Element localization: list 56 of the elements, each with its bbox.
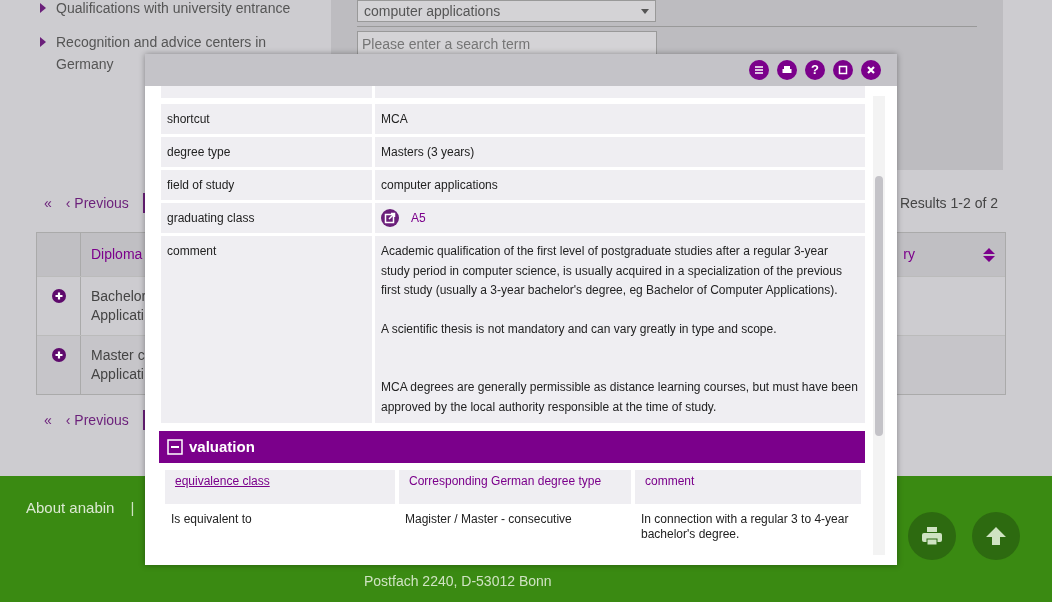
previous-page-link[interactable]: ‹ Previous	[65, 192, 129, 214]
scroll-top-button[interactable]	[972, 512, 1020, 560]
field-label: degree type	[161, 137, 372, 167]
table-cell: Applicati	[91, 365, 144, 384]
results-count: Results 1-2 of 2	[899, 193, 998, 213]
first-page-link[interactable]: «	[44, 192, 52, 214]
expand-icon	[51, 348, 66, 362]
column-header[interactable]: equivalence class	[165, 470, 395, 504]
external-link-icon	[381, 209, 399, 227]
class-link[interactable]: A5	[411, 209, 426, 227]
table-cell-text: Is equivalent to	[171, 512, 253, 527]
search-field[interactable]: Please enter a search term	[357, 31, 657, 56]
first-page-link[interactable]: «	[44, 409, 52, 431]
field-label: shortcut	[161, 104, 372, 134]
lines-icon	[752, 63, 766, 77]
section-header[interactable]: valuation	[159, 431, 865, 463]
close-button[interactable]	[861, 60, 881, 80]
address-line: Postfach 2240, D-53012 Bonn	[364, 572, 552, 590]
table-cell: Bachelor	[91, 287, 147, 306]
sort-icon	[983, 247, 995, 262]
table-cell: Applicati	[91, 306, 144, 325]
comment-paragraph: MCA degrees are generally permissible as distance learning courses, but must have been approved by the local authority responsible at the time of study.	[381, 379, 859, 416]
square-icon	[836, 63, 850, 77]
section-title: valuation	[189, 436, 255, 457]
print-button[interactable]	[777, 60, 797, 80]
print-button[interactable]	[908, 512, 956, 560]
collapse-button[interactable]	[749, 60, 769, 80]
expand-icon	[51, 289, 66, 303]
previous-page-link[interactable]: ‹ Previous	[65, 409, 129, 431]
scrollbar[interactable]	[873, 96, 885, 555]
field-label: field of study	[161, 170, 372, 200]
comment-paragraph: Academic qualification of the first level of postgraduate studies after a regular 3-year study period in computer science, is usually acquired in a specialization of the previous first study (usually a 3-year bachelor's degree, eg Bachelor of Computer Applications).	[381, 243, 843, 299]
column-header[interactable]: Diploma	[91, 245, 143, 264]
comment-paragraph: A scientific thesis is not mandatory and can vary greatly in type and scope.	[381, 320, 778, 338]
up-arrow-icon	[986, 527, 1006, 545]
maximize-button[interactable]	[833, 60, 853, 80]
bullet-icon	[40, 3, 46, 13]
column-header[interactable]: comment	[635, 470, 861, 504]
field-value: MCA	[375, 104, 865, 134]
table-cell-text: In connection with a regular 3 to 4-year bachelor's degree.	[641, 512, 850, 542]
table-cell-text: Magister / Master - consecutive	[405, 512, 573, 527]
separator: |	[130, 498, 135, 518]
field-value: computer applications	[375, 170, 865, 200]
field-label: graduating class	[161, 203, 372, 233]
bullet-icon	[40, 37, 46, 47]
help-button[interactable]: ?	[805, 60, 825, 80]
table-cell: Master c	[91, 346, 145, 365]
caret-icon	[641, 8, 649, 14]
footer-link[interactable]: About anabin	[26, 497, 115, 520]
column-header[interactable]: ry	[903, 245, 915, 264]
sidebar-link[interactable]: Qualifications with university entrance	[56, 0, 291, 19]
field-value: Masters (3 years)	[375, 137, 865, 167]
column-header[interactable]: Corresponding German degree type	[399, 470, 631, 504]
print-icon	[922, 527, 942, 545]
field-label: comment	[161, 236, 372, 423]
subject-select[interactable]: computer applications	[357, 0, 656, 22]
